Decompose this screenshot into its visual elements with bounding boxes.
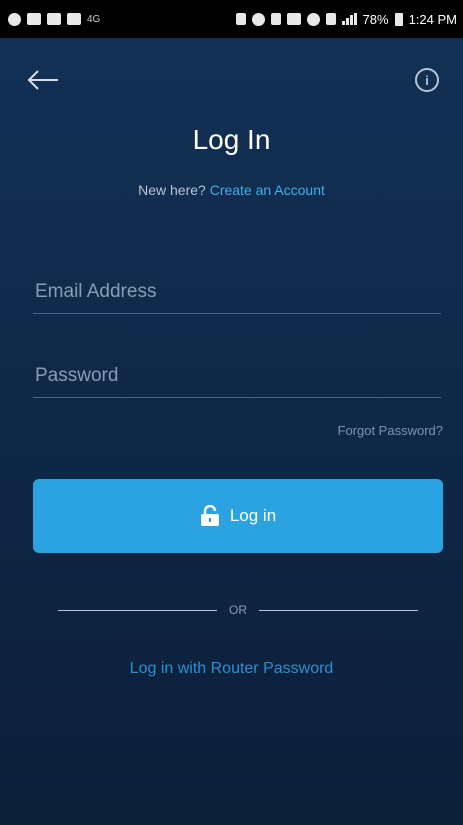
- vibrate-icon: [235, 13, 246, 25]
- app-notification-icon: [47, 13, 61, 25]
- status-bar: 4G 78% 1:24 PM: [0, 0, 463, 38]
- alarm-icon: [306, 12, 320, 26]
- back-button[interactable]: [26, 68, 62, 92]
- email-field[interactable]: [33, 281, 441, 313]
- lock-icon: [200, 505, 219, 526]
- arrow-left-icon: [27, 70, 58, 90]
- sync-icon: [251, 12, 265, 26]
- password-field[interactable]: [33, 365, 441, 397]
- login-button-label: Log in: [229, 506, 277, 525]
- divider-line: [259, 609, 418, 611]
- mail-icon: [67, 13, 81, 25]
- info-button[interactable]: i: [415, 68, 439, 92]
- nfc-icon: [286, 13, 301, 25]
- forgot-password-link[interactable]: Forgot Password?: [338, 423, 444, 438]
- info-icon: i: [425, 72, 429, 88]
- signup-prompt-text: New here?: [138, 182, 206, 198]
- battery-percent: 78%: [362, 11, 389, 27]
- status-right: 78% 1:24 PM: [235, 11, 457, 27]
- create-account-link[interactable]: Create an Account: [210, 182, 325, 198]
- notification-icon: [8, 12, 21, 26]
- wifi-icon: [325, 13, 336, 25]
- router-password-login-link[interactable]: Log in with Router Password: [0, 660, 463, 678]
- password-field-container: [33, 365, 441, 398]
- signup-prompt: New here? Create an Account: [0, 182, 463, 198]
- or-divider: OR: [58, 600, 418, 620]
- bluetooth-icon: [270, 13, 281, 25]
- page-title: Log In: [192, 124, 271, 155]
- divider-line: [58, 609, 217, 611]
- clock: 1:24 PM: [408, 11, 457, 27]
- email-field-container: [33, 281, 441, 314]
- login-button[interactable]: Log in: [33, 479, 443, 553]
- login-screen: i Log In New here? Create an Account For…: [0, 38, 463, 825]
- signal-icon: [341, 13, 357, 25]
- network-type: 4G: [87, 13, 101, 25]
- app-notification-icon: [27, 13, 41, 25]
- battery-icon: [394, 12, 403, 26]
- divider-label: OR: [229, 603, 247, 617]
- status-left: 4G: [8, 12, 101, 26]
